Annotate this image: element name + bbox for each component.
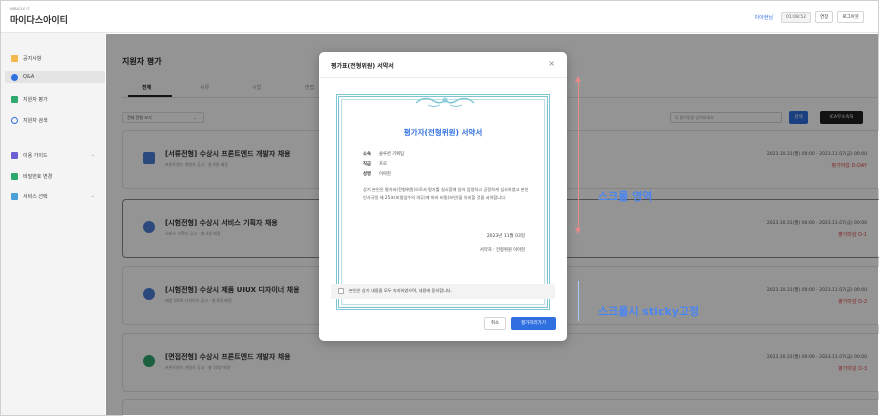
sidebar-item-label: 서비스 선택 — [23, 193, 48, 200]
pledge-certificate: 평가자(전형위원) 서약서 소속 솔루션 기획팀 직급 프로 성명 이아현 상기 본인… — [336, 94, 550, 310]
sticky-annotation: 스크롤시 sticky고정 — [598, 305, 700, 318]
close-icon[interactable]: × — [548, 59, 555, 68]
sidebar-item-label: 이용 가이드 — [23, 152, 48, 159]
search-icon — [11, 116, 18, 124]
sidebar-item-label: 지원자 평가 — [23, 96, 48, 103]
top-header: MIRACLE IT 마이다스아이티 이아현님 01:08:52 연장 로그아웃 — [1, 1, 878, 33]
certificate-body: 상기 본인은 평가자(전형위원)으로서 평가를 실시함에 있어 엄정하고 공정하… — [363, 187, 529, 200]
megaphone-icon — [11, 54, 18, 62]
sidebar-item-qna[interactable]: Q&A — [5, 71, 105, 83]
go-evaluate-button[interactable]: 평가하러가기 — [511, 317, 556, 330]
user-name: 이아현님 — [754, 14, 773, 21]
scroll-area-annotation: 스크롤 영역 — [598, 190, 653, 203]
certificate-row-dept: 소속 솔루션 기획팀 — [363, 151, 404, 157]
arrow-down-icon — [575, 228, 581, 234]
agree-label: 본인은 상기 내용을 모두 숙지하였으며, 내용에 동의합니다. — [349, 288, 453, 293]
chevron-down-icon: ⌄ — [90, 152, 95, 158]
sidebar-item-service[interactable]: 서비스 선택 ⌄ — [11, 190, 101, 202]
agree-row[interactable]: 본인은 상기 내용을 모두 숙지하였으며, 내용에 동의합니다. — [331, 284, 555, 299]
session-timer: 01:08:52 — [780, 11, 812, 23]
logout-button[interactable]: 로그아웃 — [837, 11, 864, 23]
header-actions: 이아현님 01:08:52 연장 로그아웃 — [755, 11, 864, 23]
row-value: 솔루션 기획팀 — [379, 152, 405, 157]
book-icon — [11, 151, 18, 159]
sidebar-item-evaluation[interactable]: 지원자 평가 — [11, 93, 101, 105]
sidebar-item-search[interactable]: 지원자 검색 — [11, 114, 101, 126]
certificate-title: 평가자(전형위원) 서약서 — [403, 128, 483, 137]
row-key: 직급 — [363, 162, 371, 167]
sticky-indicator — [578, 281, 579, 321]
lock-icon — [11, 172, 18, 180]
sidebar-item-password[interactable]: 비밀번호 변경 — [11, 170, 101, 182]
certificate-row-name: 성명 이아현 — [363, 171, 391, 177]
row-key: 소속 — [363, 152, 371, 157]
row-key: 성명 — [363, 172, 371, 177]
modal-title: 평가표(전형위원) 서약서 — [331, 63, 394, 70]
agree-checkbox[interactable] — [338, 288, 344, 294]
sidebar-item-label: 공지사항 — [23, 55, 42, 62]
logo-tagline: MIRACLE IT — [10, 7, 30, 11]
certificate-signer: 서약자 : 전형위원 이아현 — [479, 248, 525, 253]
sidebar-item-guide[interactable]: 이용 가이드 ⌄ — [11, 149, 101, 161]
sidebar-item-notice[interactable]: 공지사항 — [11, 52, 101, 64]
row-value: 프로 — [379, 162, 387, 167]
chevron-down-icon: ⌄ — [90, 193, 95, 199]
ornament-icon — [415, 97, 475, 107]
certificate-row-rank: 직급 프로 — [363, 161, 387, 167]
row-value: 이아현 — [379, 172, 391, 177]
logo[interactable]: 마이다스아이티 — [10, 13, 68, 26]
modal-divider — [319, 77, 567, 78]
question-icon — [11, 73, 18, 81]
scroll-area-indicator — [578, 81, 579, 229]
pledge-modal: 평가표(전형위원) 서약서 × 평가자(전형위원) 서약서 소속 솔루션 기획팀 … — [319, 52, 567, 341]
sidebar-item-label: 비밀번호 변경 — [23, 173, 53, 180]
clipboard-icon — [11, 95, 18, 103]
sidebar-item-label: Q&A — [23, 74, 35, 80]
cancel-button[interactable]: 취소 — [484, 317, 506, 330]
extend-button[interactable]: 연장 — [815, 11, 834, 23]
grid-icon — [11, 192, 18, 200]
sidebar: 공지사항 Q&A 지원자 평가 지원자 검색 이용 가이드 ⌄ 비밀번호 변경 … — [1, 33, 105, 415]
sidebar-item-label: 지원자 검색 — [23, 117, 48, 124]
certificate-date: 2023년 11월 03일 — [486, 234, 525, 239]
